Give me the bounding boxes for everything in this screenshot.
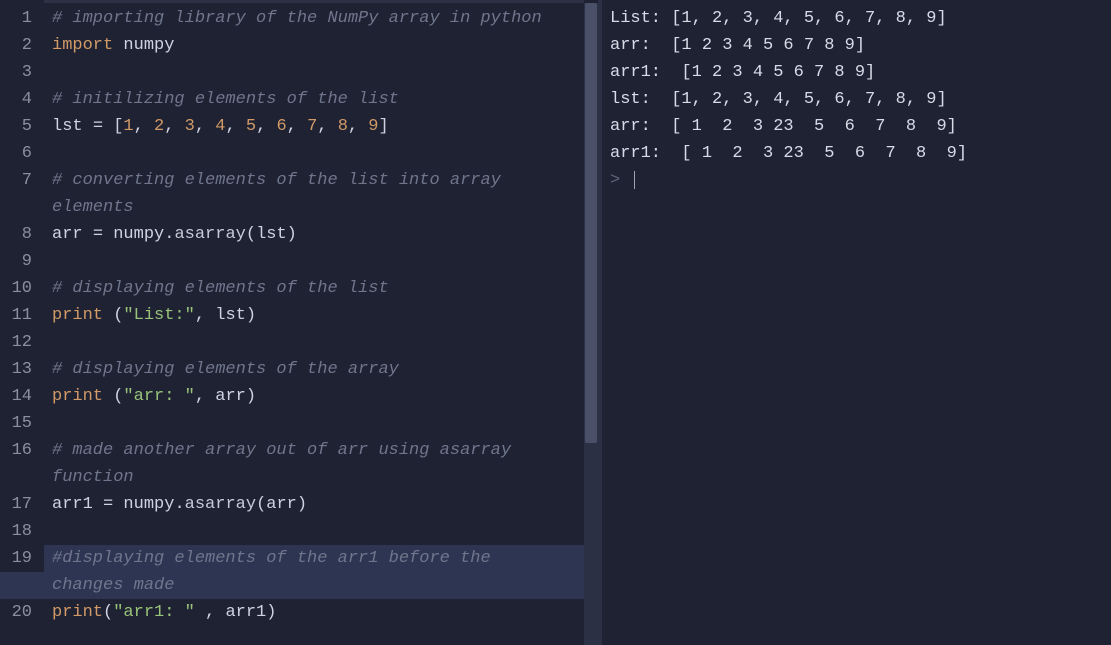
code-line[interactable]: 12 [0,329,598,356]
line-number: 14 [0,383,44,410]
code-content[interactable]: arr1 = numpy.asarray(arr) [44,491,598,518]
code-line[interactable]: 20print("arr1: " , arr1) [0,599,598,626]
code-content[interactable]: # initilizing elements of the list [44,86,598,113]
line-number: 18 [0,518,44,545]
editor-pane[interactable]: 1# importing library of the NumPy array … [0,0,598,645]
code-content[interactable] [44,410,598,437]
code-content[interactable]: # importing library of the NumPy array i… [44,5,598,32]
code-content[interactable] [44,329,598,356]
code-content[interactable]: import numpy [44,32,598,59]
output-line: lst: [1, 2, 3, 4, 5, 6, 7, 8, 9] [610,86,1103,113]
code-line[interactable]: 18 [0,518,598,545]
code-content[interactable]: print ("arr: ", arr) [44,383,598,410]
line-number: 17 [0,491,44,518]
code-line[interactable]: 7# converting elements of the list into … [0,167,598,194]
output-line: List: [1, 2, 3, 4, 5, 6, 7, 8, 9] [610,5,1103,32]
code-content[interactable]: # converting elements of the list into a… [44,167,598,194]
code-content[interactable] [44,59,598,86]
code-line[interactable]: 3 [0,59,598,86]
code-line[interactable]: 1# importing library of the NumPy array … [0,5,598,32]
line-number: 8 [0,221,44,248]
code-line[interactable]: 8arr = numpy.asarray(lst) [0,221,598,248]
code-line[interactable]: 5lst = [1, 2, 3, 4, 5, 6, 7, 8, 9] [0,113,598,140]
line-number: 9 [0,248,44,275]
code-content[interactable]: #displaying elements of the arr1 before … [44,545,598,572]
code-line[interactable]: 16# made another array out of arr using … [0,437,598,464]
line-number: 16 [0,437,44,464]
cursor-icon [634,171,635,189]
code-content[interactable]: arr = numpy.asarray(lst) [44,221,598,248]
code-content[interactable]: # made another array out of arr using as… [44,437,598,464]
code-content[interactable]: # displaying elements of the list [44,275,598,302]
code-line[interactable]: 14print ("arr: ", arr) [0,383,598,410]
code-content[interactable]: function [0,464,598,491]
code-content[interactable]: # displaying elements of the array [44,356,598,383]
output-line: arr: [ 1 2 3 23 5 6 7 8 9] [610,113,1103,140]
line-number: 7 [0,167,44,194]
code-content[interactable] [44,248,598,275]
console-prompt[interactable]: > [610,167,1103,194]
output-line: arr: [1 2 3 4 5 6 7 8 9] [610,32,1103,59]
line-number: 15 [0,410,44,437]
code-line[interactable]: 19#displaying elements of the arr1 befor… [0,545,598,572]
editor-scrollbar-track[interactable] [584,3,598,645]
code-line[interactable]: function [0,464,598,491]
code-line[interactable]: changes made [0,572,598,599]
code-line[interactable]: elements [0,194,598,221]
line-number: 1 [0,5,44,32]
output-line: arr1: [ 1 2 3 23 5 6 7 8 9] [610,140,1103,167]
line-number: 3 [0,59,44,86]
workspace: 1# importing library of the NumPy array … [0,0,1111,645]
output-pane[interactable]: List: [1, 2, 3, 4, 5, 6, 7, 8, 9]arr: [1… [602,0,1111,645]
code-content[interactable]: print("arr1: " , arr1) [44,599,598,626]
line-number: 11 [0,302,44,329]
line-number: 13 [0,356,44,383]
code-line[interactable]: 9 [0,248,598,275]
line-number: 2 [0,32,44,59]
code-content[interactable] [44,518,598,545]
code-line[interactable]: 13# displaying elements of the array [0,356,598,383]
editor-scrollbar-thumb[interactable] [585,3,597,443]
line-number: 4 [0,86,44,113]
code-content[interactable] [44,140,598,167]
line-number: 20 [0,599,44,626]
code-content[interactable]: changes made [0,572,598,599]
code-line[interactable]: 17arr1 = numpy.asarray(arr) [0,491,598,518]
line-number: 19 [0,545,44,572]
code-editor[interactable]: 1# importing library of the NumPy array … [0,3,598,626]
code-content[interactable]: lst = [1, 2, 3, 4, 5, 6, 7, 8, 9] [44,113,598,140]
line-number: 6 [0,140,44,167]
code-line[interactable]: 10# displaying elements of the list [0,275,598,302]
line-number: 12 [0,329,44,356]
line-number: 5 [0,113,44,140]
code-line[interactable]: 2import numpy [0,32,598,59]
code-content[interactable]: elements [0,194,598,221]
output-line: arr1: [1 2 3 4 5 6 7 8 9] [610,59,1103,86]
code-line[interactable]: 4# initilizing elements of the list [0,86,598,113]
code-line[interactable]: 6 [0,140,598,167]
code-line[interactable]: 11print ("List:", lst) [0,302,598,329]
line-number: 10 [0,275,44,302]
output-content: List: [1, 2, 3, 4, 5, 6, 7, 8, 9]arr: [1… [610,5,1103,167]
code-line[interactable]: 15 [0,410,598,437]
code-content[interactable]: print ("List:", lst) [44,302,598,329]
